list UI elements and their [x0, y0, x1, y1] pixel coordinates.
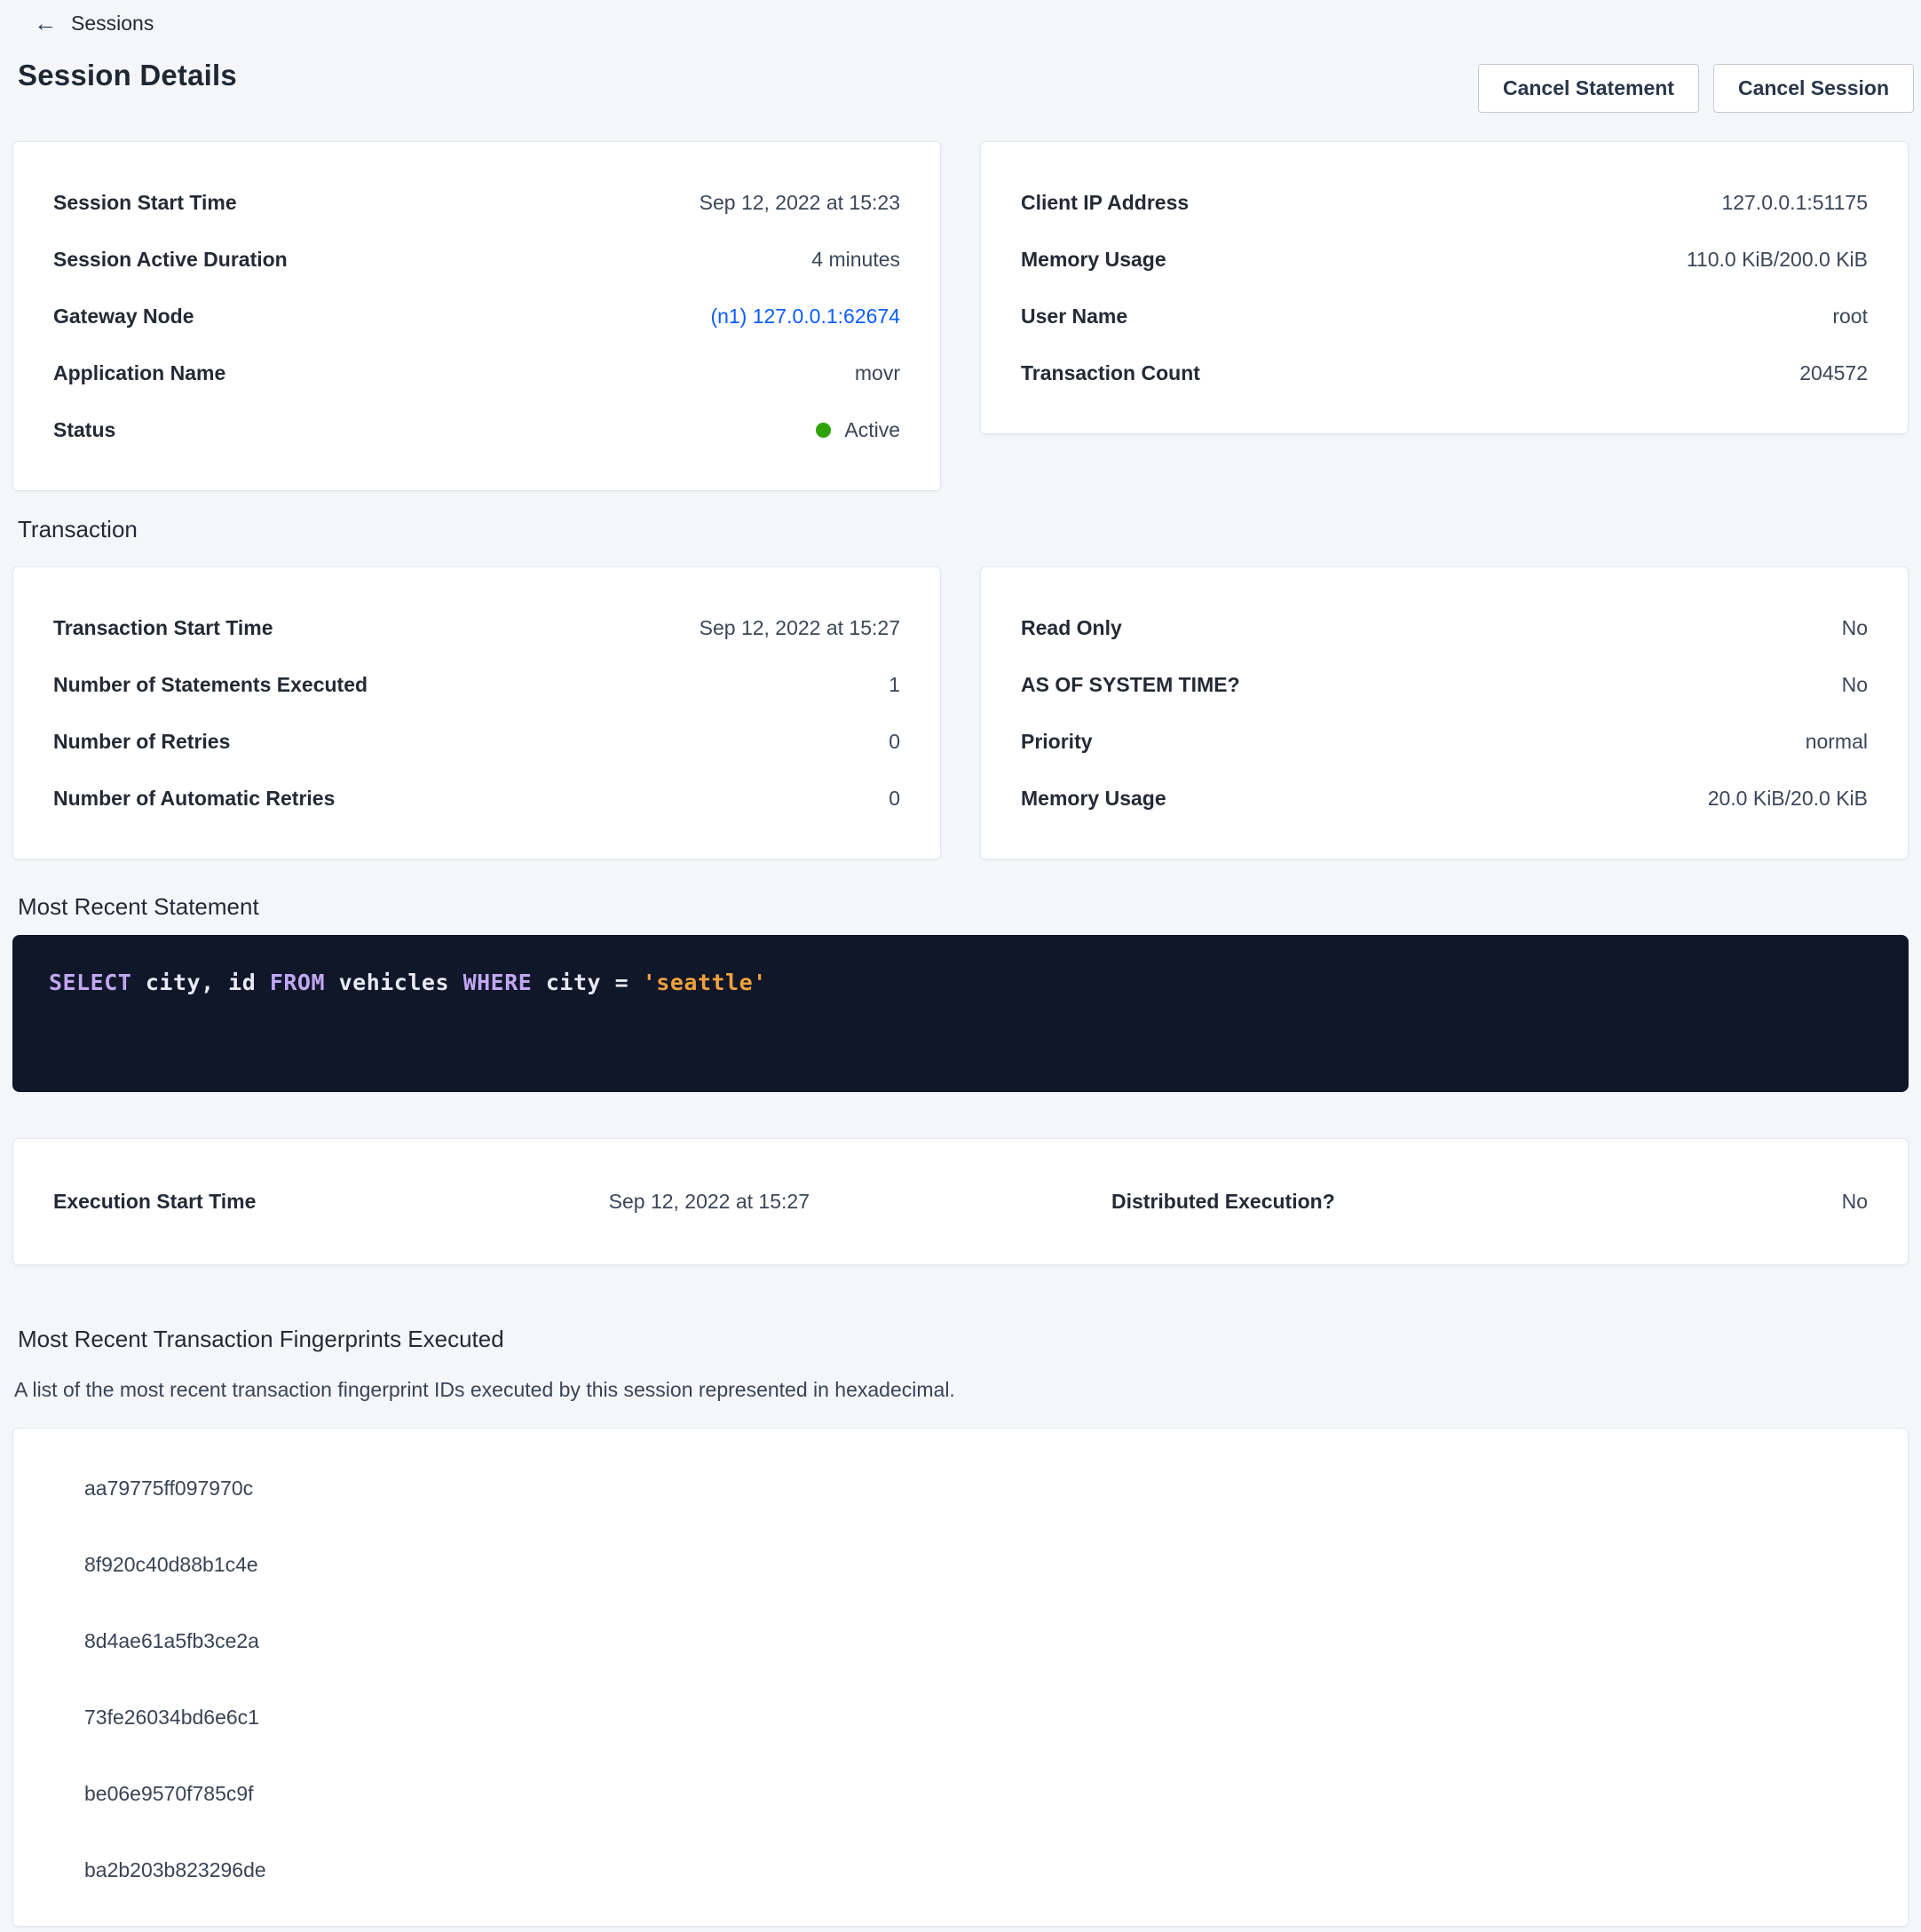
cancel-statement-button[interactable]: Cancel Statement	[1478, 64, 1699, 113]
session-start-time-label: Session Start Time	[53, 191, 237, 215]
breadcrumb: ← Sessions	[34, 9, 1909, 37]
automatic-retries-row: Number of Automatic Retries 0	[53, 770, 900, 827]
execution-start-time-value: Sep 12, 2022 at 15:27	[609, 1190, 810, 1214]
sql-keyword: WHERE	[463, 970, 533, 995]
session-details-page: ← Sessions Session Details Cancel Statem…	[12, 9, 1909, 1927]
gateway-node-link[interactable]: (n1) 127.0.0.1:62674	[710, 305, 900, 329]
sql-string-literal: 'seattle'	[643, 970, 767, 995]
fingerprint-list-item: 8f920c40d88b1c4e	[53, 1526, 1868, 1603]
status-row: Status Active	[53, 401, 900, 458]
back-arrow-icon[interactable]: ←	[34, 12, 57, 35]
distributed-execution-label: Distributed Execution?	[1111, 1190, 1335, 1214]
header-actions: Cancel Statement Cancel Session	[1478, 64, 1914, 113]
page-title: Session Details	[18, 59, 237, 92]
execution-summary-card: Execution Start Time Sep 12, 2022 at 15:…	[12, 1138, 1909, 1265]
transaction-card-right: Read Only No AS OF SYSTEM TIME? No Prior…	[980, 566, 1909, 859]
sql-statement: SELECT city, id FROM vehicles WHERE city…	[49, 970, 767, 995]
back-link-sessions[interactable]: Sessions	[71, 12, 154, 36]
status-active-dot-icon	[816, 423, 831, 438]
fingerprint-list-item: be06e9570f785c9f	[53, 1755, 1868, 1832]
as-of-system-time-row: AS OF SYSTEM TIME? No	[1021, 656, 1868, 713]
sql-keyword: FROM	[270, 970, 325, 995]
transaction-count-value: 204572	[1799, 361, 1868, 385]
distributed-execution-row: Distributed Execution? No	[965, 1190, 1868, 1214]
client-ip-label: Client IP Address	[1021, 191, 1189, 215]
read-only-label: Read Only	[1021, 616, 1122, 640]
as-of-system-time-value: No	[1842, 673, 1868, 697]
user-name-row: User Name root	[1021, 288, 1868, 344]
sql-statement-box: SELECT city, id FROM vehicles WHERE city…	[12, 935, 1909, 1092]
statement-section-title: Most Recent Statement	[18, 893, 1909, 921]
sql-keyword: SELECT	[49, 970, 131, 995]
read-only-value: No	[1842, 616, 1868, 640]
user-name-label: User Name	[1021, 305, 1127, 329]
fingerprint-list-item: aa79775ff097970c	[53, 1450, 1868, 1526]
session-start-time-value: Sep 12, 2022 at 15:23	[700, 191, 900, 215]
fingerprint-list-item: ba2b203b823296de	[53, 1832, 1868, 1908]
priority-row: Priority normal	[1021, 713, 1868, 770]
gateway-node-label: Gateway Node	[53, 305, 194, 329]
retries-row: Number of Retries 0	[53, 713, 900, 770]
session-active-duration-value: 4 minutes	[811, 248, 900, 272]
statements-executed-value: 1	[889, 673, 900, 697]
session-active-duration-label: Session Active Duration	[53, 248, 288, 272]
transaction-start-time-value: Sep 12, 2022 at 15:27	[700, 616, 900, 640]
status-value: Active	[844, 418, 900, 442]
txn-memory-usage-label: Memory Usage	[1021, 787, 1166, 811]
status-label: Status	[53, 418, 115, 442]
status-badge: Active	[816, 418, 900, 442]
memory-usage-value: 110.0 KiB/200.0 KiB	[1687, 248, 1868, 272]
transaction-row: Transaction Start Time Sep 12, 2022 at 1…	[12, 566, 1909, 859]
transaction-section-title: Transaction	[18, 516, 1909, 543]
page-header: Session Details Cancel Statement Cancel …	[18, 59, 1909, 113]
session-summary-card-left: Session Start Time Sep 12, 2022 at 15:23…	[12, 141, 941, 491]
fingerprints-section-title: Most Recent Transaction Fingerprints Exe…	[18, 1326, 1909, 1353]
automatic-retries-value: 0	[889, 787, 900, 811]
statements-executed-label: Number of Statements Executed	[53, 673, 368, 697]
fingerprints-description: A list of the most recent transaction fi…	[14, 1378, 1909, 1402]
application-name-row: Application Name movr	[53, 344, 900, 401]
priority-label: Priority	[1021, 730, 1093, 754]
fingerprint-list-item: 73fe26034bd6e6c1	[53, 1679, 1868, 1755]
transaction-start-time-label: Transaction Start Time	[53, 616, 273, 640]
session-summary-card-right: Client IP Address 127.0.0.1:51175 Memory…	[980, 141, 1909, 434]
session-start-time-row: Session Start Time Sep 12, 2022 at 15:23	[53, 174, 900, 231]
memory-usage-row: Memory Usage 110.0 KiB/200.0 KiB	[1021, 231, 1868, 288]
txn-memory-usage-row: Memory Usage 20.0 KiB/20.0 KiB	[1021, 770, 1868, 827]
fingerprints-card: aa79775ff097970c 8f920c40d88b1c4e 8d4ae6…	[12, 1428, 1909, 1927]
gateway-node-row: Gateway Node (n1) 127.0.0.1:62674	[53, 288, 900, 344]
fingerprint-list-item: 8d4ae61a5fb3ce2a	[53, 1603, 1868, 1679]
as-of-system-time-label: AS OF SYSTEM TIME?	[1021, 673, 1240, 697]
session-active-duration-row: Session Active Duration 4 minutes	[53, 231, 900, 288]
user-name-value: root	[1832, 305, 1868, 329]
transaction-start-time-row: Transaction Start Time Sep 12, 2022 at 1…	[53, 599, 900, 656]
sql-text: vehicles	[325, 970, 463, 995]
sql-text: city, id	[131, 970, 270, 995]
cancel-session-button[interactable]: Cancel Session	[1713, 64, 1914, 113]
transaction-card-left: Transaction Start Time Sep 12, 2022 at 1…	[12, 566, 941, 859]
client-ip-value: 127.0.0.1:51175	[1721, 191, 1868, 215]
execution-start-time-row: Execution Start Time Sep 12, 2022 at 15:…	[53, 1190, 965, 1214]
session-summary-row: Session Start Time Sep 12, 2022 at 15:23…	[12, 141, 1909, 491]
memory-usage-label: Memory Usage	[1021, 248, 1166, 272]
automatic-retries-label: Number of Automatic Retries	[53, 787, 335, 811]
sql-text: city =	[532, 970, 642, 995]
execution-start-time-label: Execution Start Time	[53, 1190, 256, 1214]
distributed-execution-value: No	[1842, 1190, 1868, 1214]
txn-memory-usage-value: 20.0 KiB/20.0 KiB	[1708, 787, 1868, 811]
client-ip-row: Client IP Address 127.0.0.1:51175	[1021, 174, 1868, 231]
statements-executed-row: Number of Statements Executed 1	[53, 656, 900, 713]
transaction-count-row: Transaction Count 204572	[1021, 344, 1868, 401]
read-only-row: Read Only No	[1021, 599, 1868, 656]
priority-value: normal	[1806, 730, 1868, 754]
retries-value: 0	[889, 730, 900, 754]
retries-label: Number of Retries	[53, 730, 230, 754]
application-name-label: Application Name	[53, 361, 225, 385]
application-name-value: movr	[855, 361, 900, 385]
transaction-count-label: Transaction Count	[1021, 361, 1200, 385]
